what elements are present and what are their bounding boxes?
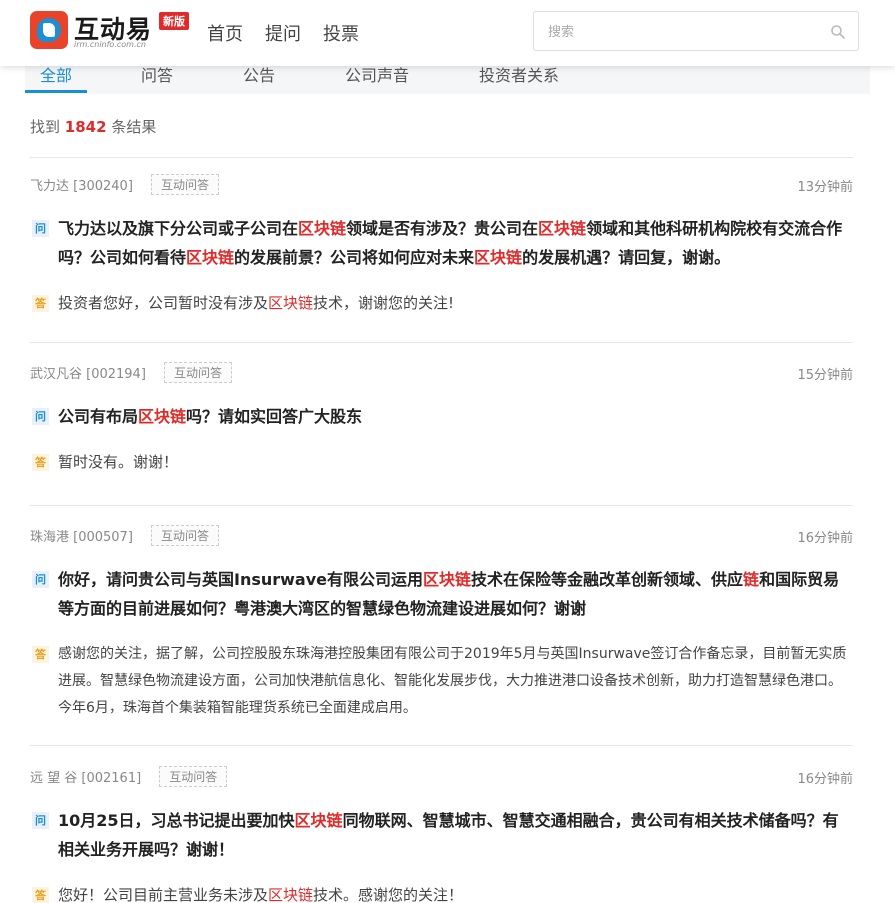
question-icon: 问 bbox=[32, 571, 49, 588]
company-link[interactable]: 武汉凡谷 [002194] bbox=[30, 363, 146, 382]
site-logo[interactable]: 互动易 irm.cninfo.com.cn 新版 bbox=[30, 9, 190, 51]
question-text[interactable]: 问公司有布局区块链吗？请如实回答广大股东 bbox=[30, 402, 853, 431]
question-icon: 问 bbox=[32, 408, 49, 425]
answer-icon: 答 bbox=[32, 646, 49, 663]
search-input[interactable] bbox=[548, 22, 818, 42]
result-count: 找到 1842 条结果 bbox=[30, 116, 156, 137]
nav-vote[interactable]: 投票 bbox=[323, 20, 359, 46]
item-meta: 飞力达 [300240] 互动问答 13分钟前 bbox=[30, 174, 853, 196]
item-meta: 远 望 谷 [002161] 互动问答 16分钟前 bbox=[30, 766, 853, 788]
item-time: 13分钟前 bbox=[797, 180, 853, 195]
answer-icon: 答 bbox=[32, 887, 49, 903]
item-time: 16分钟前 bbox=[797, 531, 853, 546]
list-item: 飞力达 [300240] 互动问答 13分钟前 问飞力达以及旗下分公司或子公司在… bbox=[30, 174, 853, 317]
company-link[interactable]: 珠海港 [000507] bbox=[30, 526, 133, 545]
answer-icon: 答 bbox=[32, 295, 49, 312]
logo-subtitle: irm.cninfo.com.cn bbox=[74, 40, 146, 49]
answer-text: 答感谢您的关注，据了解，公司控股股东珠海港控股集团有限公司于2019年5月与英国… bbox=[30, 641, 853, 722]
question-icon: 问 bbox=[32, 220, 49, 237]
answer-text: 答暂时没有。谢谢！ bbox=[30, 449, 853, 476]
answer-text: 答您好！公司目前主营业务未涉及区块链技术。感谢您的关注！ bbox=[30, 882, 853, 903]
nav-home[interactable]: 首页 bbox=[207, 20, 243, 46]
nav-ask[interactable]: 提问 bbox=[265, 20, 301, 46]
answer-text: 答投资者您好，公司暂时没有涉及区块链技术，谢谢您的关注! bbox=[30, 290, 853, 317]
list-item: 珠海港 [000507] 互动问答 16分钟前 问你好，请问贵公司与英国Insu… bbox=[30, 525, 853, 722]
result-number: 1842 bbox=[64, 118, 107, 136]
question-text[interactable]: 问你好，请问贵公司与英国Insurwave有限公司运用区块链技术在保险等金融改革… bbox=[30, 565, 853, 623]
divider bbox=[30, 745, 853, 746]
result-suffix: 条结果 bbox=[111, 118, 157, 136]
question-icon: 问 bbox=[32, 812, 49, 829]
logo-icon bbox=[30, 11, 68, 49]
divider bbox=[30, 505, 853, 506]
list-item: 远 望 谷 [002161] 互动问答 16分钟前 问 10月25日，习总书记提出… bbox=[30, 766, 853, 903]
item-type-tag: 互动问答 bbox=[151, 174, 220, 195]
divider bbox=[30, 157, 853, 158]
item-meta: 珠海港 [000507] 互动问答 16分钟前 bbox=[30, 525, 853, 547]
company-link[interactable]: 远 望 谷 [002161] bbox=[30, 767, 141, 786]
company-link[interactable]: 飞力达 [300240] bbox=[30, 175, 133, 194]
main-nav: 首页 提问 投票 bbox=[207, 20, 359, 46]
question-text[interactable]: 问飞力达以及旗下分公司或子公司在区块链领域是否有涉及？贵公司在区块链领域和其他科… bbox=[30, 214, 853, 272]
result-prefix: 找到 bbox=[30, 118, 61, 136]
answer-icon: 答 bbox=[32, 454, 49, 471]
item-time: 16分钟前 bbox=[797, 772, 853, 787]
search-box bbox=[533, 11, 859, 51]
list-item: 武汉凡谷 [002194] 互动问答 15分钟前 问公司有布局区块链吗？请如实回… bbox=[30, 362, 853, 476]
item-meta: 武汉凡谷 [002194] 互动问答 15分钟前 bbox=[30, 362, 853, 384]
active-tab-indicator bbox=[25, 90, 87, 93]
item-time: 15分钟前 bbox=[797, 368, 853, 383]
item-type-tag: 互动问答 bbox=[151, 525, 220, 546]
search-icon[interactable] bbox=[830, 24, 846, 40]
new-version-badge: 新版 bbox=[159, 12, 189, 30]
divider bbox=[30, 342, 853, 343]
item-type-tag: 互动问答 bbox=[159, 766, 228, 787]
item-type-tag: 互动问答 bbox=[164, 362, 233, 383]
top-header: 互动易 irm.cninfo.com.cn 新版 首页 提问 投票 bbox=[0, 0, 895, 66]
question-text[interactable]: 问 10月25日，习总书记提出要加快区块链同物联网、智慧城市、智慧交通相融合，贵公… bbox=[30, 806, 853, 864]
